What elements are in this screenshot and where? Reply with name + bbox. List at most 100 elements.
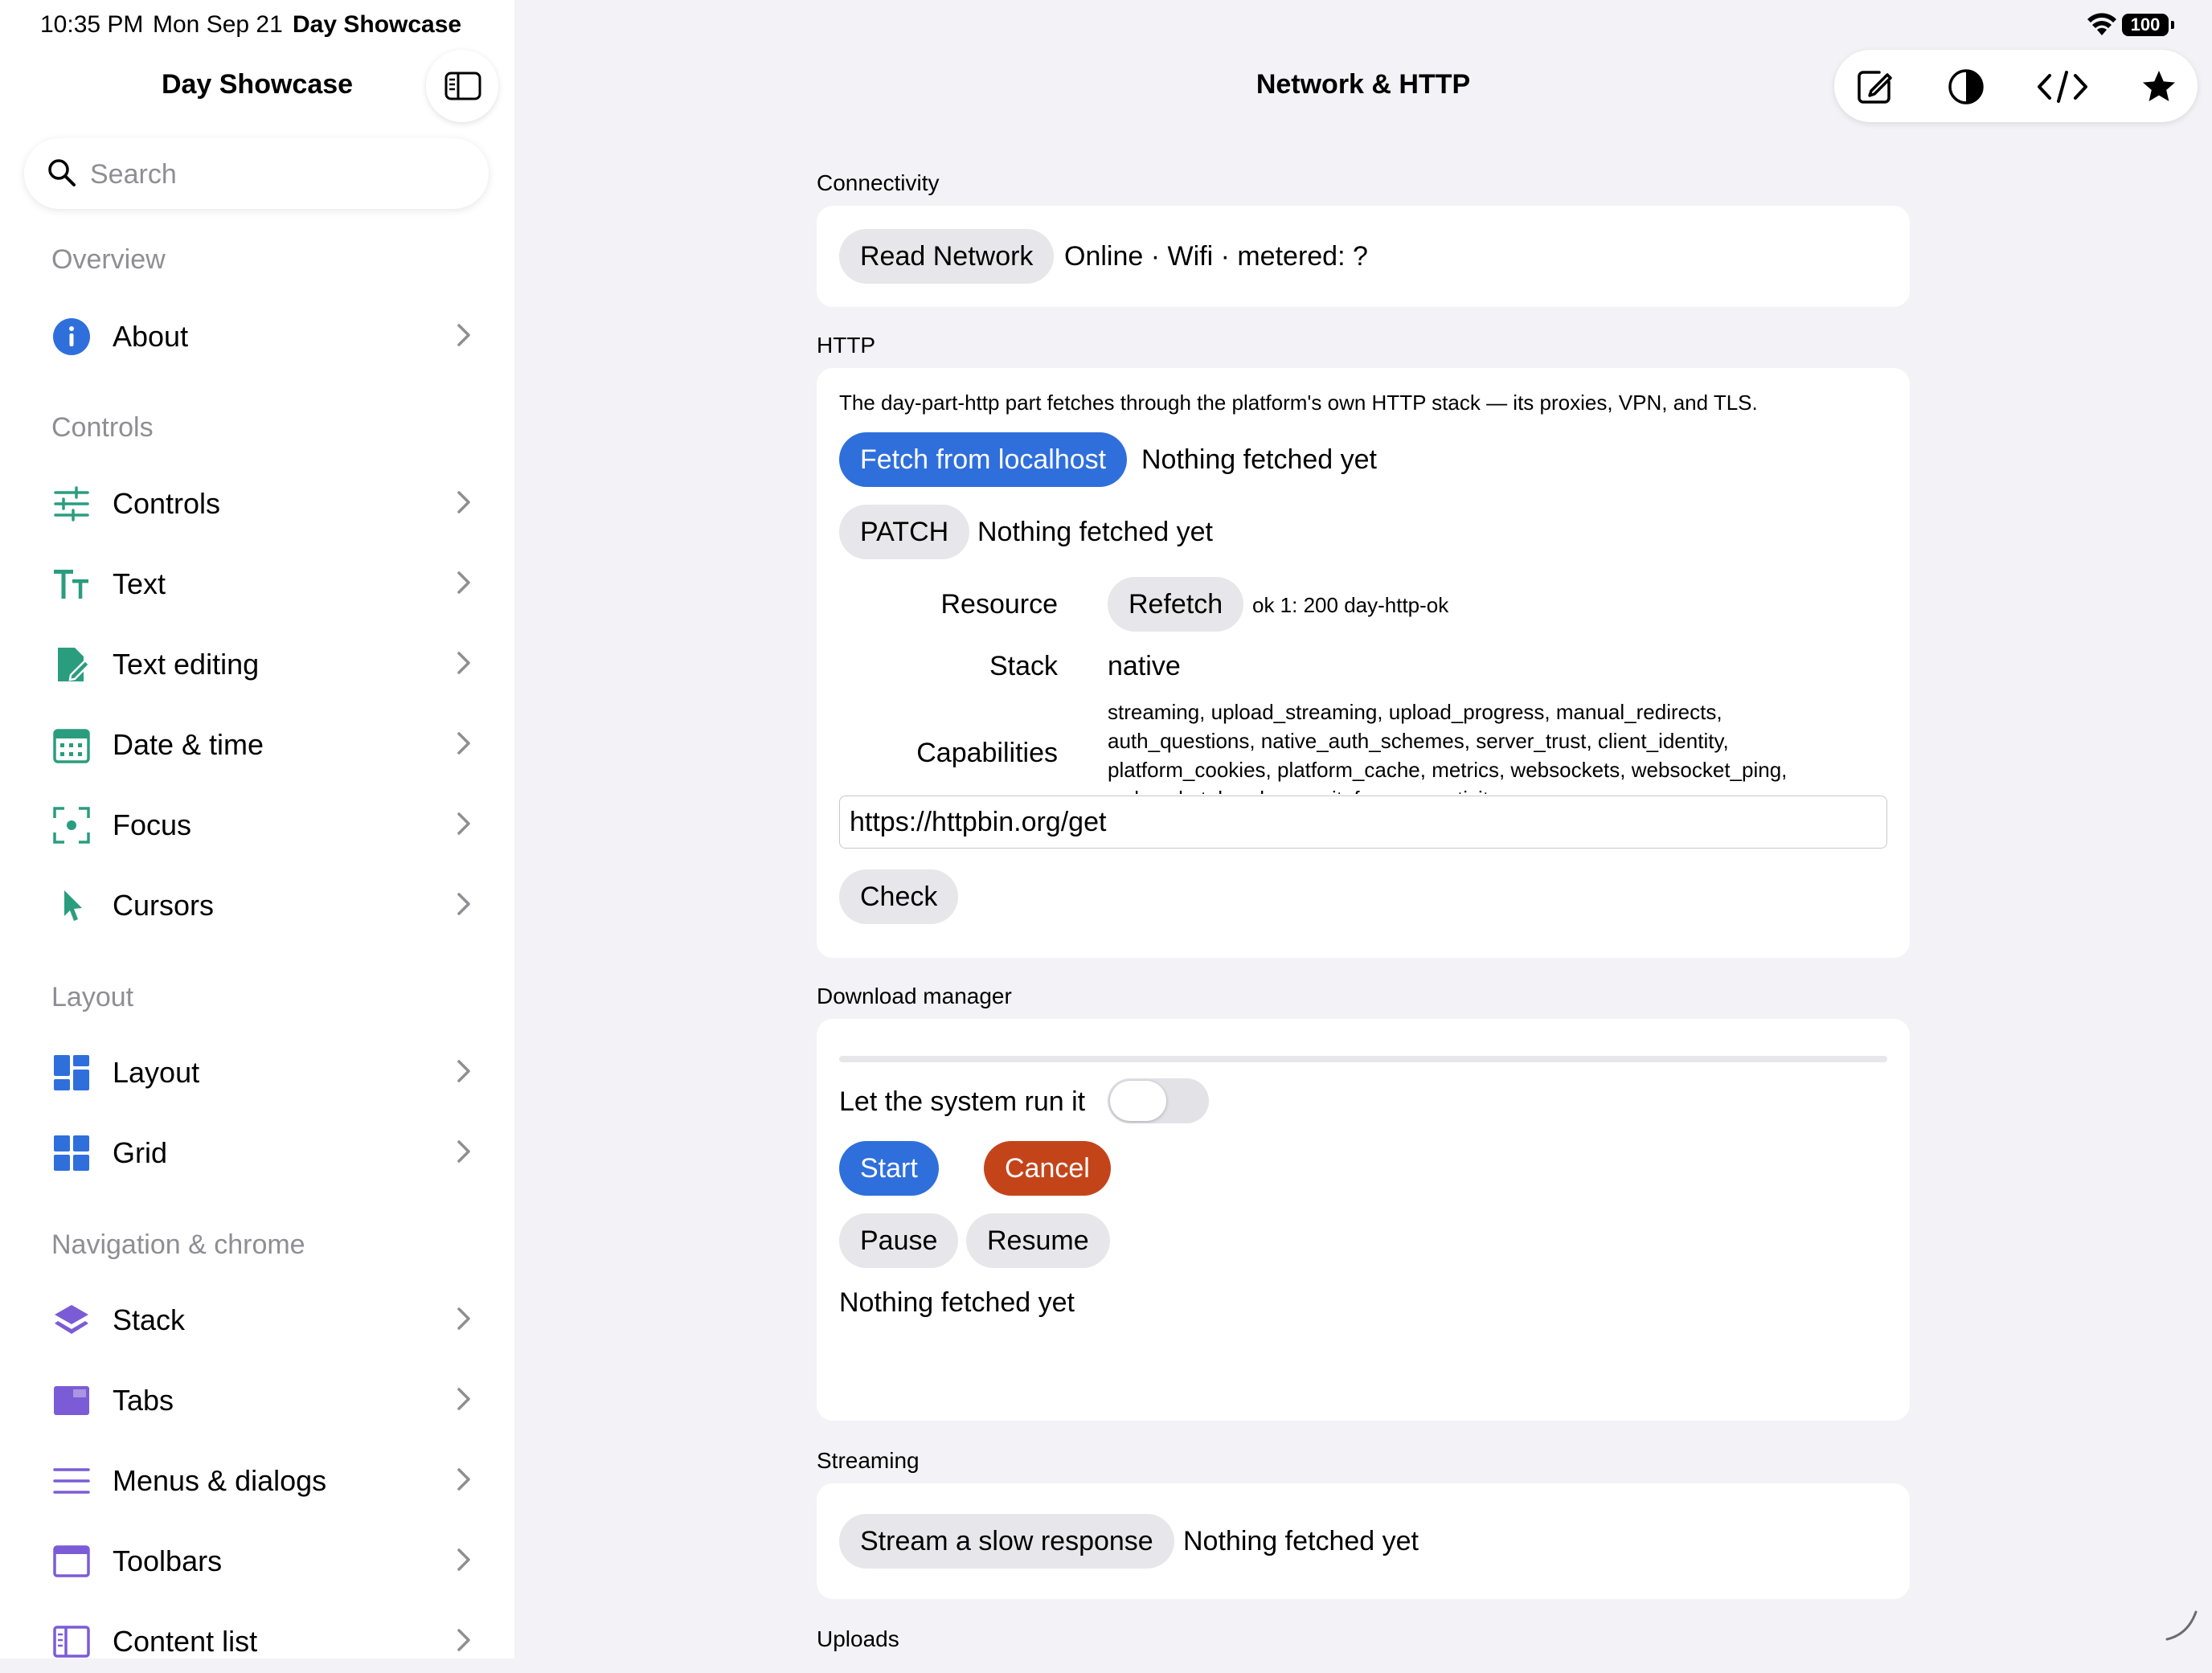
calendar-icon <box>53 729 90 763</box>
sidebar-item-layout[interactable]: Layout <box>32 1040 482 1104</box>
chevron-right-icon <box>457 491 470 513</box>
download-progress-bar <box>839 1056 1887 1062</box>
compose-icon[interactable] <box>1855 67 1894 106</box>
check-button[interactable]: Check <box>839 869 959 924</box>
chevron-right-icon <box>457 652 470 674</box>
main-content: Network & HTTP Connectivity Read Network… <box>514 0 2212 1659</box>
toolbar-icon <box>53 1545 90 1577</box>
chevron-right-icon <box>457 1060 470 1082</box>
grid-icon <box>54 1135 89 1171</box>
sidebar-item-text-editing[interactable]: Text editing <box>32 632 482 696</box>
section-label-download: Download manager <box>817 984 1012 1008</box>
layout-icon <box>54 1055 89 1090</box>
focus-icon <box>53 807 90 844</box>
url-input[interactable]: https://httpbin.org/get <box>839 796 1887 849</box>
sidebar-item-toolbars[interactable]: Toolbars <box>32 1528 482 1593</box>
resource-label: Resource <box>940 589 1058 620</box>
pencil-scribble-icon <box>2165 1610 2198 1641</box>
chevron-right-icon <box>457 1388 470 1410</box>
wifi-icon <box>2087 13 2116 35</box>
start-button[interactable]: Start <box>839 1141 939 1196</box>
chevron-right-icon <box>457 571 470 594</box>
sidebar-item-cursors[interactable]: Cursors <box>32 873 482 937</box>
content-list-icon <box>53 1626 90 1658</box>
streaming-status: Nothing fetched yet <box>1183 1526 1419 1556</box>
sidebar-item-label: Toolbars <box>113 1544 223 1577</box>
battery-icon: 100 <box>2122 14 2174 36</box>
streaming-card: Stream a slow response Nothing fetched y… <box>817 1483 1910 1599</box>
star-icon[interactable] <box>2140 67 2178 106</box>
cursor-icon <box>64 890 82 921</box>
sidebar-item-label: Cursors <box>113 889 215 922</box>
refetch-button[interactable]: Refetch <box>1108 577 1244 632</box>
sidebar-item-about[interactable]: About <box>32 304 482 368</box>
capabilities-label: Capabilities <box>916 738 1058 768</box>
status-app-name: Day Showcase <box>293 11 462 38</box>
stack-label: Stack <box>989 651 1058 681</box>
sidebar-item-label: Grid <box>113 1136 168 1169</box>
chevron-right-icon <box>457 893 470 915</box>
section-header-controls: Controls <box>51 412 154 443</box>
section-label-uploads: Uploads <box>817 1626 899 1651</box>
sidebar-item-label: Layout <box>113 1056 200 1089</box>
http-description: The day-part-http part fetches through t… <box>839 391 1758 415</box>
section-header-overview: Overview <box>51 244 166 275</box>
section-label-connectivity: Connectivity <box>817 170 940 195</box>
sidebar-toggle-button[interactable] <box>426 50 498 122</box>
menu-icon <box>53 1468 90 1494</box>
sidebar-item-label: Date & time <box>113 728 264 761</box>
resource-status: ok 1: 200 day-http-ok <box>1252 593 1449 617</box>
sidebar-item-label: Controls <box>113 487 221 520</box>
capabilities-value: streaming, upload_streaming, upload_prog… <box>1108 700 1788 794</box>
sidebar-icon <box>444 72 481 100</box>
chevron-right-icon <box>457 1140 470 1163</box>
connectivity-card: Read Network Online · Wifi · metered: ? <box>817 206 1910 307</box>
sidebar-item-label: Menus & dialogs <box>113 1464 327 1497</box>
pause-button[interactable]: Pause <box>839 1213 959 1268</box>
text-size-icon <box>54 570 88 599</box>
patch-button[interactable]: PATCH <box>839 505 970 559</box>
sidebar-item-controls[interactable]: Controls <box>32 471 482 535</box>
resume-button[interactable]: Resume <box>966 1213 1110 1268</box>
chevron-right-icon <box>457 1548 470 1571</box>
status-date: Mon Sep 21 <box>153 11 283 38</box>
sidebar-item-content-list[interactable]: Content list <box>32 1609 482 1673</box>
http-card: The day-part-http part fetches through t… <box>817 368 1910 958</box>
sidebar-item-label: Content list <box>113 1625 258 1658</box>
section-header-navigation: Navigation & chrome <box>51 1229 305 1260</box>
toggle-knob <box>1110 1081 1166 1121</box>
toolbar <box>1834 50 2198 122</box>
sidebar-item-label: Focus <box>113 808 192 841</box>
sidebar-item-stack[interactable]: Stack <box>32 1287 482 1352</box>
contrast-icon[interactable] <box>1947 67 1985 106</box>
section-header-layout: Layout <box>51 982 134 1012</box>
chevron-right-icon <box>457 812 470 835</box>
sidebar-item-grid[interactable]: Grid <box>32 1120 482 1184</box>
chevron-right-icon <box>457 1629 470 1651</box>
sidebar-item-label: Text editing <box>113 648 260 681</box>
section-label-streaming: Streaming <box>817 1448 920 1473</box>
sidebar-item-tabs[interactable]: Tabs <box>32 1368 482 1432</box>
code-icon[interactable] <box>2037 67 2088 106</box>
status-time: 10:35 PM <box>40 11 144 38</box>
sidebar-item-date-time[interactable]: Date & time <box>32 712 482 776</box>
patch-status: Nothing fetched yet <box>977 517 1213 547</box>
document-edit-icon <box>58 648 90 681</box>
section-label-http: HTTP <box>817 333 876 358</box>
search-input[interactable] <box>88 153 477 196</box>
chevron-right-icon <box>457 732 470 755</box>
search-field[interactable] <box>24 138 489 209</box>
sidebar-item-text[interactable]: Text <box>32 551 482 616</box>
tabs-icon <box>54 1386 89 1415</box>
chevron-right-icon <box>457 1307 470 1330</box>
sidebar-item-focus[interactable]: Focus <box>32 792 482 857</box>
read-network-button[interactable]: Read Network <box>839 229 1055 284</box>
stream-slow-response-button[interactable]: Stream a slow response <box>839 1514 1174 1569</box>
cancel-button[interactable]: Cancel <box>984 1141 1111 1196</box>
chevron-right-icon <box>457 1468 470 1491</box>
search-icon <box>48 159 76 186</box>
sidebar-item-label: Tabs <box>113 1384 174 1417</box>
sidebar-item-menus-dialogs[interactable]: Menus & dialogs <box>32 1448 482 1512</box>
fetch-localhost-button[interactable]: Fetch from localhost <box>839 432 1128 487</box>
system-run-toggle[interactable] <box>1108 1078 1209 1123</box>
